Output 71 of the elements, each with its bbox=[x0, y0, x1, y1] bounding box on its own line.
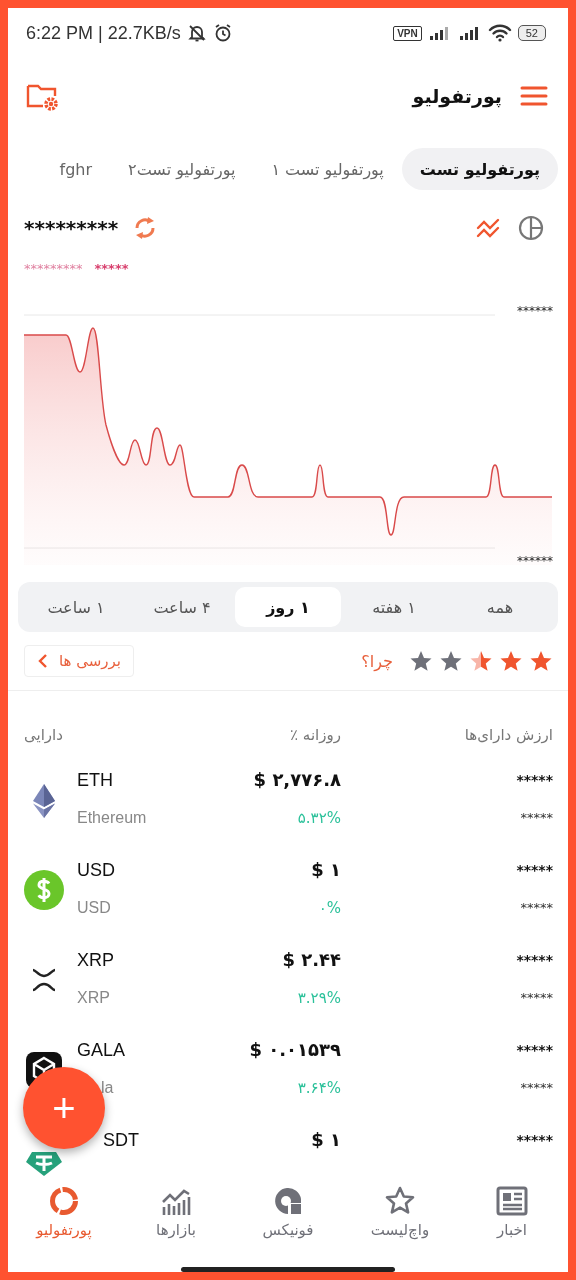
nav-tab[interactable]: بازارها bbox=[120, 1179, 232, 1251]
portfolio-tab[interactable]: پورتفولیو تست ۱ bbox=[253, 148, 402, 190]
phonix-logo-icon bbox=[272, 1185, 304, 1217]
asset-name: XRP bbox=[77, 988, 110, 1008]
star-icon bbox=[529, 649, 553, 673]
price: $ ۱ bbox=[311, 1128, 341, 1152]
star-outline-icon bbox=[384, 1185, 416, 1217]
asset-name: USD bbox=[77, 898, 111, 918]
nav-tab[interactable]: واچ‌لیست bbox=[344, 1179, 456, 1251]
star-icon bbox=[499, 649, 523, 673]
column-header: روزانه ٪ bbox=[289, 726, 341, 744]
change-percent: ***** bbox=[94, 260, 129, 276]
reviews-button[interactable]: بررسی ها bbox=[24, 645, 134, 677]
daily-change: ۰% bbox=[318, 898, 341, 919]
daily-change: ۳.۶۴% bbox=[297, 1078, 341, 1099]
price: $ ۲,۷۷۶.۸ bbox=[253, 768, 341, 792]
trend-icon bbox=[476, 218, 502, 238]
newspaper-icon bbox=[496, 1185, 528, 1217]
daily-change: ۵.۳۲% bbox=[297, 808, 341, 829]
axis-label: ****** bbox=[517, 554, 553, 568]
holding-amount: ***** bbox=[520, 989, 553, 1007]
menu-icon bbox=[520, 85, 548, 107]
range-tab[interactable]: ۱ روز bbox=[235, 587, 341, 627]
holding-value: ***** bbox=[516, 861, 553, 880]
holding-value: ***** bbox=[516, 1041, 553, 1060]
muted-bell-icon bbox=[186, 23, 207, 43]
range-tab[interactable]: ۱ هفته bbox=[341, 587, 447, 627]
price: $ ۱ bbox=[311, 858, 341, 882]
asset-name: Ethereum bbox=[77, 808, 147, 828]
column-header: دارایی bbox=[24, 726, 64, 744]
donut-chart-icon bbox=[48, 1185, 80, 1217]
axis-label: ****** bbox=[517, 304, 553, 318]
price: $ ۰.۰۱۵۳۹ bbox=[249, 1038, 341, 1062]
dollar-coin-icon bbox=[24, 870, 64, 910]
star-icon bbox=[409, 649, 433, 673]
pie-chart-button[interactable] bbox=[516, 213, 546, 243]
range-tab[interactable]: همه bbox=[447, 587, 553, 627]
portfolio-tab[interactable]: fghr bbox=[41, 148, 111, 190]
page-title: پورتفولیو bbox=[412, 85, 502, 107]
daily-change: ۳.۲۹% bbox=[297, 988, 341, 1009]
star-icon bbox=[439, 649, 463, 673]
holding-amount: ***** bbox=[520, 899, 553, 917]
pie-chart-icon bbox=[518, 215, 544, 241]
vpn-indicator: VPN bbox=[393, 25, 422, 41]
asset-symbol[interactable]: GALA bbox=[77, 1031, 126, 1069]
nav-tab[interactable]: فونیکس bbox=[232, 1179, 344, 1251]
star-icon bbox=[469, 649, 493, 673]
price: $ ۲.۴۴ bbox=[282, 948, 341, 972]
asset-symbol[interactable]: USD bbox=[77, 851, 115, 889]
holding-value: ***** bbox=[516, 1131, 553, 1150]
portfolio-tab[interactable]: پورتفولیو تست bbox=[401, 148, 558, 190]
total-value: ********* bbox=[24, 216, 119, 240]
range-tab[interactable]: ۱ ساعت bbox=[23, 587, 129, 627]
chevron-left-icon bbox=[37, 653, 49, 669]
nav-tab[interactable]: اخبار bbox=[456, 1179, 568, 1251]
holding-amount: ***** bbox=[520, 809, 553, 827]
holding-amount: ***** bbox=[520, 1079, 553, 1097]
asset-symbol[interactable]: XRP bbox=[77, 941, 114, 979]
column-header: ارزش دارای‌ها bbox=[463, 726, 553, 744]
holding-value: ***** bbox=[516, 771, 553, 790]
status-time: 6:22 PM | 22.7KB/s bbox=[26, 22, 181, 44]
range-tab[interactable]: ۴ ساعت bbox=[129, 587, 235, 627]
battery-level: 52 bbox=[517, 25, 546, 41]
change-amount: ********* bbox=[24, 260, 83, 276]
holding-value: ***** bbox=[516, 951, 553, 970]
nav-tab[interactable]: پورتفولیو bbox=[8, 1179, 120, 1251]
portfolio-tab[interactable]: پورتفولیو تست۲ bbox=[110, 148, 254, 190]
wifi-icon bbox=[487, 24, 512, 42]
asset-symbol[interactable]: SDT bbox=[103, 1130, 139, 1150]
asset-symbol[interactable]: ETH bbox=[77, 761, 113, 799]
why-link[interactable]: چرا؟ bbox=[361, 651, 393, 671]
